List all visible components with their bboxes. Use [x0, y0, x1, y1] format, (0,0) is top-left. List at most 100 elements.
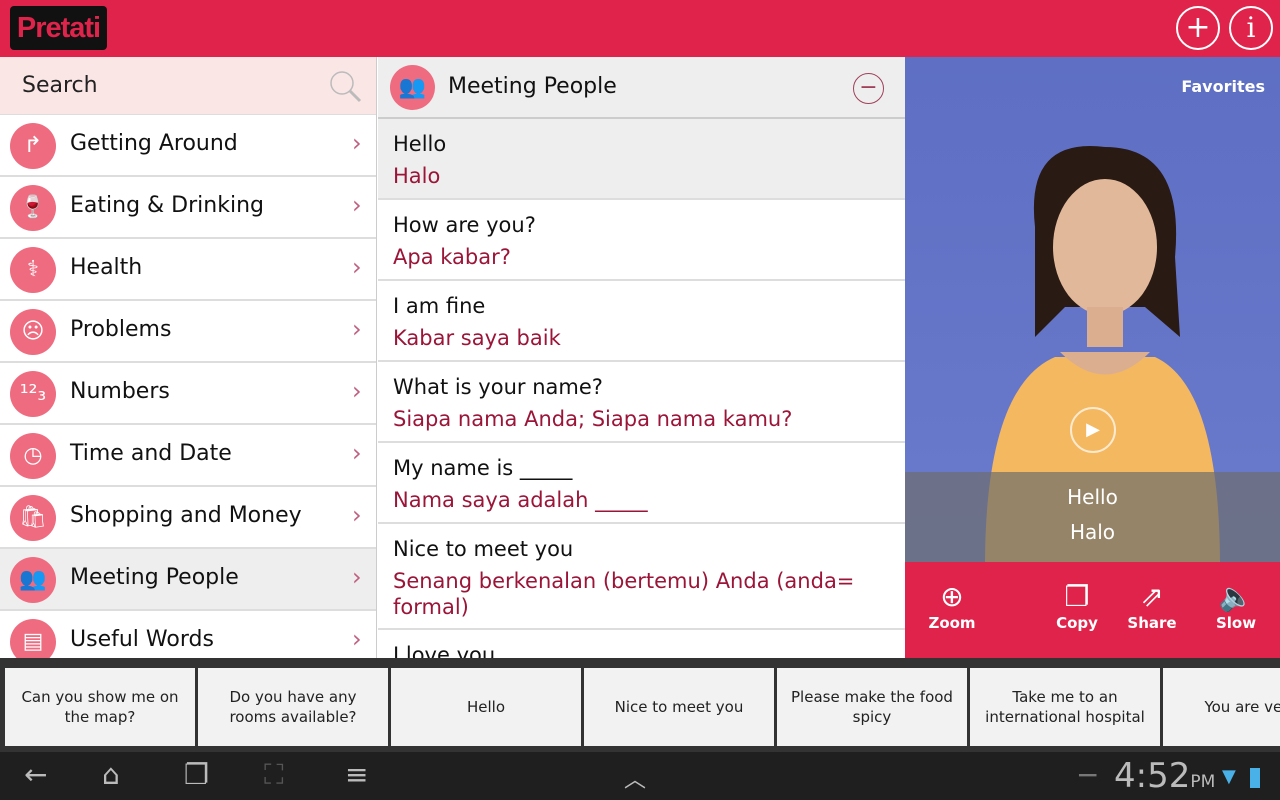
quick-phrase-card[interactable]: Do you have any rooms available? — [198, 668, 388, 746]
quick-phrase-card[interactable]: Please make the food spicy — [777, 668, 967, 746]
phrase-english: What is your name? — [393, 375, 603, 399]
play-icon[interactable]: ▶ — [1070, 407, 1116, 453]
phrase-indonesian: Kabar saya baik — [393, 326, 561, 350]
phrase-english: I am fine — [393, 294, 486, 318]
phrase-indonesian: Nama saya adalah _____ — [393, 488, 648, 512]
quick-phrase-label: Take me to an international hospital — [985, 688, 1145, 726]
phrase-indonesian: Siapa nama Anda; Siapa nama kamu? — [393, 407, 793, 431]
quick-phrase-card[interactable]: You are very b — [1163, 668, 1280, 746]
zoom-button[interactable]: ⊕ Zoom — [917, 580, 987, 632]
copy-label: Copy — [1056, 614, 1098, 632]
quick-phrase-label: Hello — [466, 698, 506, 716]
chevron-right-icon: › — [352, 377, 362, 405]
sidebar-item[interactable]: ⚕ Health › — [0, 239, 376, 301]
search-placeholder: Search — [22, 73, 98, 98]
quick-phrase-label: Nice to meet you — [614, 698, 744, 716]
caption-indonesian: Halo — [1069, 520, 1116, 544]
caption-english: Hello — [1067, 485, 1118, 509]
favorites-link[interactable]: Favorites — [1181, 77, 1265, 96]
phrase-row[interactable]: My name is _____ Nama saya adalah _____ — [378, 443, 905, 524]
quick-phrase-strip[interactable]: Can you show me on the map? Do you have a… — [0, 658, 1280, 752]
plus-icon[interactable]: + — [1176, 6, 1220, 50]
chevron-right-icon: › — [352, 439, 362, 467]
quick-phrase-card[interactable]: Hello — [391, 668, 581, 746]
book-icon: ▤ — [10, 619, 56, 658]
quick-phrase-card[interactable]: Can you show me on the map? — [5, 668, 195, 746]
screenshot-icon[interactable]: ⛶ — [264, 758, 284, 792]
phrase-row[interactable]: What is your name? Siapa nama Anda; Siap… — [378, 362, 905, 443]
chevron-right-icon: › — [352, 129, 362, 157]
slow-label: Slow — [1215, 614, 1257, 632]
phrase-english: How are you? — [393, 213, 536, 237]
phrase-panel-header: 👥 Meeting People − — [378, 57, 905, 119]
phrase-indonesian: Senang berkenalan (bertemu) Anda (anda= … — [393, 569, 855, 619]
share-icon: ⇗ — [1140, 580, 1164, 613]
numbers-icon: ¹²₃ — [10, 371, 56, 417]
battery-icon — [1250, 768, 1260, 788]
phrase-row[interactable]: Hello Halo — [378, 119, 905, 200]
sidebar-item-label: Eating & Drinking — [70, 193, 264, 218]
phrase-indonesian: Halo — [393, 164, 441, 188]
quick-phrase-label: You are very b — [1204, 698, 1280, 716]
turn-right-icon: ↱ — [10, 123, 56, 169]
recent-apps-icon[interactable]: ❐ — [184, 758, 209, 791]
phrase-english: Hello — [393, 132, 447, 156]
glass-icon: 🍷 — [10, 185, 56, 231]
copy-button[interactable]: ❐ Copy — [1042, 580, 1112, 632]
back-icon[interactable]: ← — [24, 758, 47, 791]
minus-circle-icon[interactable]: − — [853, 73, 884, 104]
clock-ampm: PM — [1190, 772, 1216, 792]
quick-phrase-card[interactable]: Nice to meet you — [584, 668, 774, 746]
sidebar-item[interactable]: 🛍 Shopping and Money › — [0, 487, 376, 549]
sidebar-item[interactable]: ¹²₃ Numbers › — [0, 363, 376, 425]
sidebar-item[interactable]: ◷ Time and Date › — [0, 425, 376, 487]
clock-icon: ◷ — [10, 433, 56, 479]
phrase-english: My name is _____ — [393, 456, 573, 480]
chevron-right-icon: › — [352, 191, 362, 219]
phrase-row[interactable]: I love you — [378, 630, 905, 658]
sidebar-item-label: Problems — [70, 317, 172, 342]
people-icon: 👥 — [390, 65, 435, 110]
video-panel[interactable]: Favorites ▶ Hello Halo — [905, 57, 1280, 562]
phrase-english: Nice to meet you — [393, 537, 574, 561]
search-icon[interactable] — [328, 69, 364, 105]
chevron-right-icon: › — [352, 253, 362, 281]
sidebar-item[interactable]: ↱ Getting Around › — [0, 115, 376, 177]
info-icon[interactable]: i — [1229, 6, 1273, 50]
sidebar-item[interactable]: ▤ Useful Words › — [0, 611, 376, 658]
sidebar-item[interactable]: 🍷 Eating & Drinking › — [0, 177, 376, 239]
sidebar-item[interactable]: 👥 Meeting People › — [0, 549, 376, 611]
zoom-label: Zoom — [928, 614, 976, 632]
wifi-icon: ▼ — [1222, 766, 1236, 787]
sidebar-item-label: Shopping and Money — [70, 503, 302, 528]
menu-icon[interactable]: ≡ — [345, 758, 368, 791]
clock[interactable]: 4:52PM — [1114, 756, 1215, 796]
slow-button[interactable]: 🔈 Slow — [1201, 580, 1271, 632]
copy-icon: ❐ — [1064, 580, 1090, 613]
phrase-row[interactable]: I am fine Kabar saya baik — [378, 281, 905, 362]
quick-phrase-card[interactable]: Take me to an international hospital — [970, 668, 1160, 746]
phrase-panel-title: Meeting People — [448, 74, 617, 99]
phrase-row[interactable]: How are you? Apa kabar? — [378, 200, 905, 281]
sidebar-item-label: Useful Words — [70, 627, 214, 652]
home-icon[interactable]: ⌂ — [102, 758, 120, 791]
chevron-right-icon: › — [352, 315, 362, 343]
stethoscope-icon: ⚕ — [10, 247, 56, 293]
chevron-up-icon[interactable]: ︿ — [624, 762, 646, 794]
shopping-bag-icon: 🛍 — [10, 495, 56, 541]
sidebar-item-label: Health — [70, 255, 143, 280]
quick-phrase-label: Can you show me on the map? — [21, 688, 179, 726]
sidebar-item[interactable]: ☹ Problems › — [0, 301, 376, 363]
search-input[interactable]: Search — [0, 57, 376, 115]
video-caption: Hello Halo — [905, 472, 1280, 562]
sidebar-item-label: Meeting People — [70, 565, 239, 590]
notification-icon[interactable]: − — [1076, 758, 1099, 791]
quick-phrase-label: Please make the food spicy — [791, 688, 953, 726]
share-button[interactable]: ⇗ Share — [1117, 580, 1187, 632]
phrase-english: I love you — [393, 643, 496, 658]
people-icon: 👥 — [10, 557, 56, 603]
phrase-row[interactable]: Nice to meet you Senang berkenalan (bert… — [378, 524, 905, 630]
zoom-icon: ⊕ — [940, 580, 964, 613]
phrase-indonesian: Apa kabar? — [393, 245, 511, 269]
app-header: Pretati + i — [0, 0, 1280, 57]
